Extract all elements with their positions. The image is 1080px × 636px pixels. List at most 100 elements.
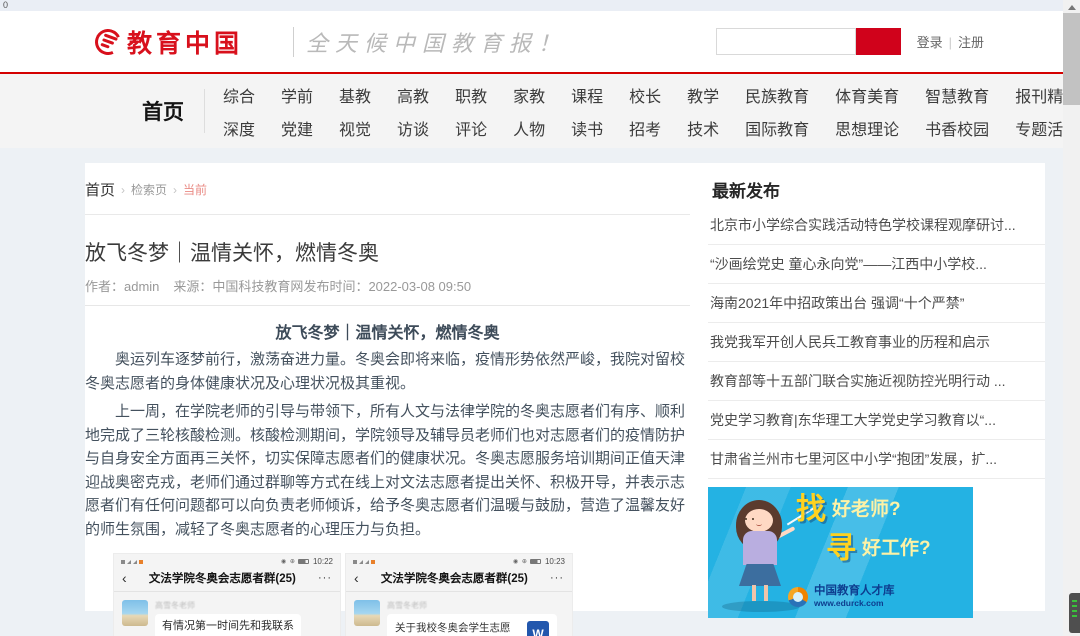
latest-releases-title: 最新发布 <box>712 182 780 201</box>
status-time: 10:23 <box>544 557 565 566</box>
breadcrumb-separator: › <box>173 182 178 197</box>
breadcrumb-search-page[interactable]: 检索页 <box>131 181 167 198</box>
signal-icons <box>353 559 375 564</box>
nav-item[interactable]: 评论 <box>455 116 487 140</box>
article-meta: 作者：admin 来源：中国科技教育网发布时间：2022-03-08 09:50 <box>85 276 690 295</box>
nav-item[interactable]: 教学 <box>687 83 719 107</box>
nav-col: 学前 党建 <box>281 83 313 140</box>
nav-item[interactable]: 招考 <box>629 116 661 140</box>
teacher-avatar <box>122 600 148 626</box>
auth-separator: | <box>948 35 952 50</box>
nav-item[interactable]: 读书 <box>571 116 603 140</box>
article-paragraph: 奥运列车逐梦前行，激荡奋进力量。冬奥会即将来临，疫情形势依然严峻，我院对留校冬奥… <box>85 351 686 392</box>
recruitment-ad-banner[interactable]: 找 好老师? 寻 好工作? 中国教育人才库 www.edurck.com <box>708 487 973 618</box>
article-paragraph: 上一周，在学院老师的引导与带领下，所有人文与法律学院的冬奥志愿者们有序、顺利地完… <box>85 403 686 538</box>
list-item[interactable]: 党史学习教育|东华理工大学党史学习教育以“... <box>708 401 1045 440</box>
nav-item[interactable]: 民族教育 <box>745 83 809 107</box>
site-slogan-wrap: 全天候中国教育报！ <box>293 26 567 58</box>
site-name: 教育中国 <box>127 30 244 58</box>
ad-find-char: 找 <box>796 493 826 526</box>
nav-item[interactable]: 高教 <box>397 83 429 107</box>
article-publish-time: 发布时间：2022-03-08 09:50 <box>303 279 472 294</box>
login-link[interactable]: 登录 <box>917 35 943 50</box>
nav-item[interactable]: 访谈 <box>397 116 429 140</box>
nav-col: 家教 人物 <box>513 83 545 140</box>
nav-item[interactable]: 思想理论 <box>835 116 899 140</box>
sender-name: 高雪冬老师 <box>387 601 427 610</box>
ad-line-2: 寻 好工作? <box>826 534 931 564</box>
status-time: 10:22 <box>312 557 333 566</box>
nav-col: 职教 评论 <box>455 83 487 140</box>
nav-item[interactable]: 书香校园 <box>925 116 989 140</box>
ad-brand-name: 中国教育人才库 <box>814 585 895 597</box>
search-button[interactable] <box>855 28 901 55</box>
article-column: 首页 › 检索页 › 当前 放飞冬梦｜温情关怀，燃情冬奥 作者：admin 来源：… <box>85 163 690 636</box>
chat-group-title: 文法学院冬奥会志愿者群(25) <box>380 573 528 585</box>
scrollbar[interactable] <box>1063 0 1080 636</box>
list-item[interactable]: 北京市小学综合实践活动特色学校课程观摩研讨... <box>708 206 1045 245</box>
sidebar: 最新发布 北京市小学综合实践活动特色学校课程观摩研讨... “沙画绘党史 童心永… <box>708 163 1045 618</box>
signal-icons <box>121 559 143 564</box>
nav-col: 教学 技术 <box>687 83 719 140</box>
article-author: 作者：admin <box>85 279 160 294</box>
nav-item[interactable]: 智慧教育 <box>925 83 989 107</box>
nav-item[interactable]: 课程 <box>571 83 603 107</box>
nav-item[interactable]: 党建 <box>281 116 313 140</box>
nav-item[interactable]: 人物 <box>513 116 545 140</box>
breadcrumb-current: 当前 <box>183 183 208 197</box>
chat-screenshot-left: ◉ ⊕ 10:22 ‹ 文法学院冬奥会志愿者群(25) ··· 高雪冬老师 有情… <box>113 553 341 636</box>
nav-col: 基教 视觉 <box>339 83 371 140</box>
status-right-icons: ◉ ⊕ 10:22 <box>281 557 333 566</box>
phone-status-bar: ◉ ⊕ 10:23 <box>346 554 572 567</box>
app-notification-icon <box>139 559 143 564</box>
ad-seek-char: 寻 <box>826 532 856 565</box>
nav-col: 智慧教育 书香校园 <box>925 83 989 140</box>
edurck-logo-icon <box>788 587 808 607</box>
chat-body: 高雪冬老师 有情况第一时间先和我联系 1月12日 中午12:37 好的老师，收到… <box>114 592 340 636</box>
nav-item[interactable]: 技术 <box>687 116 719 140</box>
scrollbar-thumb[interactable] <box>1063 13 1080 105</box>
article-meta-divider <box>85 305 690 306</box>
nav-item[interactable]: 国际教育 <box>745 116 809 140</box>
article-source: 来源：中国科技教育网 <box>173 279 304 294</box>
list-item[interactable]: 我党我军开创人民兵工教育事业的历程和启示 <box>708 323 1045 362</box>
nav-item[interactable]: 学前 <box>281 83 313 107</box>
list-item[interactable]: “沙画绘党史 童心永向党”——江西中小学校... <box>708 245 1045 284</box>
nav-columns: 综合 深度 学前 党建 基教 视觉 高教 访谈 职教 评论 家教 人物 课程 读书 校长 招考 … <box>223 83 1079 140</box>
chat-screenshot-right: ◉ ⊕ 10:23 ‹ 文法学院冬奥会志愿者群(25) ··· 高雪冬老师 关于… <box>345 553 573 636</box>
site-logo[interactable]: 教育中国 <box>91 24 244 60</box>
nav-col: 体育美育 思想理论 <box>835 83 899 140</box>
browser-top-strip: 0 <box>0 0 1080 11</box>
nav-home[interactable]: 首页 <box>142 96 184 126</box>
app-notification-icon <box>371 559 375 564</box>
chat-message: 高雪冬老师 有情况第一时间先和我联系 <box>122 600 332 636</box>
ad-brand: 中国教育人才库 www.edurck.com <box>788 585 895 609</box>
nav-item[interactable]: 基教 <box>339 83 371 107</box>
nav-item[interactable]: 深度 <box>223 116 255 140</box>
word-doc-icon: W <box>527 621 549 636</box>
site-slogan: 全天候中国教育报！ <box>306 30 568 56</box>
teacher-avatar <box>354 600 380 626</box>
nav-divider <box>204 89 205 133</box>
nav-item[interactable]: 家教 <box>513 83 545 107</box>
search-input[interactable] <box>715 28 856 55</box>
scrollbar-up-arrow-icon[interactable] <box>1067 5 1076 10</box>
file-name: 关于我校冬奥会学生志愿者包联工作的通知.docx <box>395 622 511 634</box>
more-icon: ··· <box>550 572 564 584</box>
nav-item[interactable]: 综合 <box>223 83 255 107</box>
article-title: 放飞冬梦｜温情关怀，燃情冬奥 <box>85 242 379 265</box>
floating-corner-widget[interactable] <box>1069 593 1080 633</box>
nav-item[interactable]: 视觉 <box>339 116 371 140</box>
latest-releases-list: 北京市小学综合实践活动特色学校课程观摩研讨... “沙画绘党史 童心永向党”——… <box>708 206 1045 479</box>
sender-name: 高雪冬老师 <box>155 601 195 610</box>
ad-find-text: 好老师? <box>832 499 901 520</box>
nav-item[interactable]: 体育美育 <box>835 83 899 107</box>
list-item[interactable]: 教育部等十五部门联合实施近视防控光明行动 ... <box>708 362 1045 401</box>
nav-item[interactable]: 职教 <box>455 83 487 107</box>
breadcrumb-home[interactable]: 首页 <box>85 179 115 200</box>
register-link[interactable]: 注册 <box>958 35 984 50</box>
nav-item[interactable]: 校长 <box>629 83 661 107</box>
list-item[interactable]: 甘肃省兰州市七里河区中小学“抱团”发展，扩... <box>708 440 1045 479</box>
battery-icon <box>297 559 309 564</box>
list-item[interactable]: 海南2021年中招政策出台 强调“十个严禁” <box>708 284 1045 323</box>
